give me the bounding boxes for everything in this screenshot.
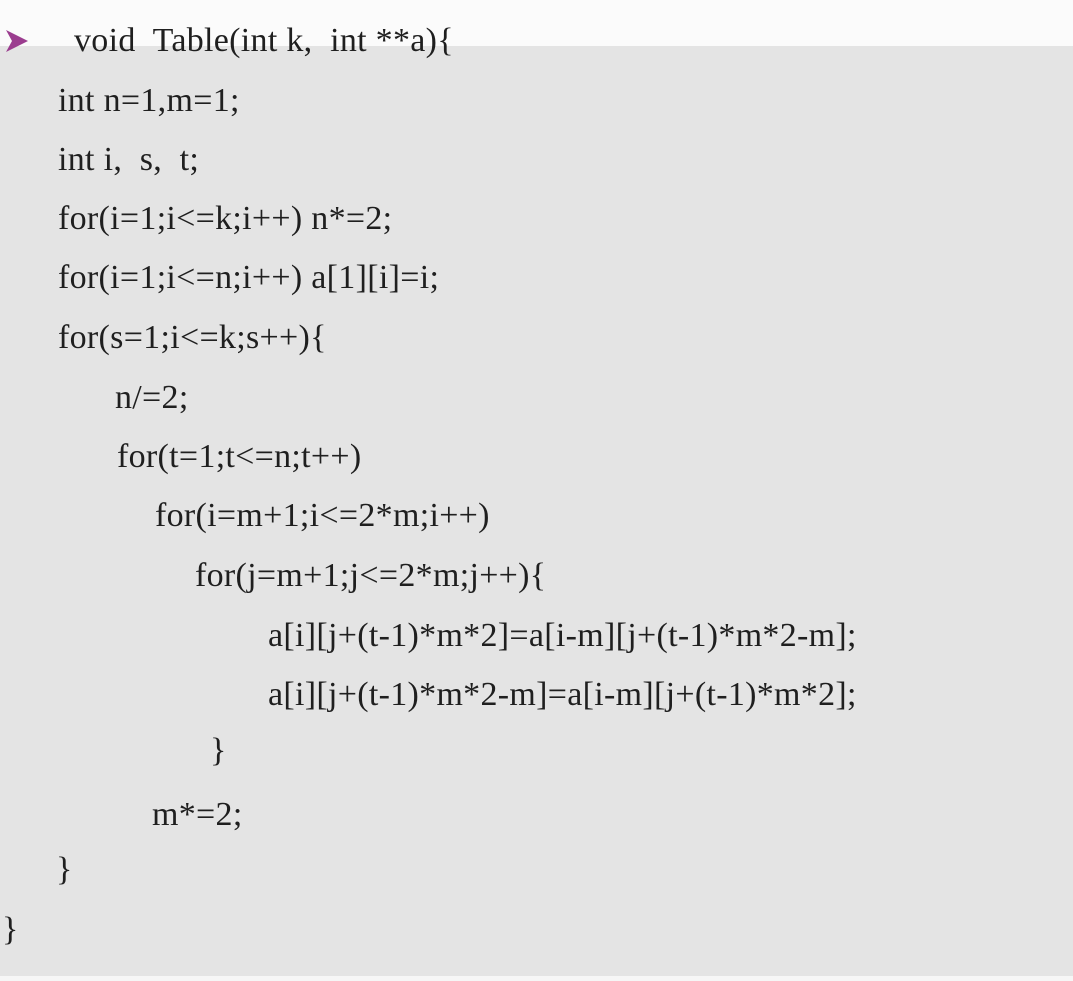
- code-line-assign-upper-right: a[i][j+(t-1)*m*2]=a[i-m][j+(t-1)*m*2-m];: [268, 617, 857, 654]
- code-line-halve-n: n/=2;: [115, 379, 189, 416]
- code-line-function-signature: void Table(int k, int **a){: [74, 22, 454, 59]
- code-line-assign-lower-left: a[i][j+(t-1)*m*2-m]=a[i-m][j+(t-1)*m*2];: [268, 676, 857, 713]
- code-line-loop-fill-first-row: for(i=1;i<=n;i++) a[1][i]=i;: [58, 259, 440, 296]
- code-line-loop-i: for(i=m+1;i<=2*m;i++): [155, 497, 490, 534]
- code-line-close-function: }: [2, 911, 19, 948]
- code-line-close-loop-s: }: [56, 851, 73, 888]
- code-line-loop-compute-n: for(i=1;i<=k;i++) n*=2;: [58, 200, 393, 237]
- code-line-declare-n-m: int n=1,m=1;: [58, 82, 240, 119]
- code-line-outer-loop-s: for(s=1;i<=k;s++){: [58, 319, 327, 356]
- code-line-close-loop-j: }: [210, 732, 227, 769]
- code-line-loop-j: for(j=m+1;j<=2*m;j++){: [195, 557, 547, 594]
- code-line-loop-t: for(t=1;t<=n;t++): [117, 438, 362, 475]
- code-line-double-m: m*=2;: [152, 796, 243, 833]
- code-line-declare-i-s-t: int i, s, t;: [58, 141, 200, 178]
- arrow-bullet-icon: [6, 30, 28, 52]
- slide-bottom-strip: [0, 976, 1073, 981]
